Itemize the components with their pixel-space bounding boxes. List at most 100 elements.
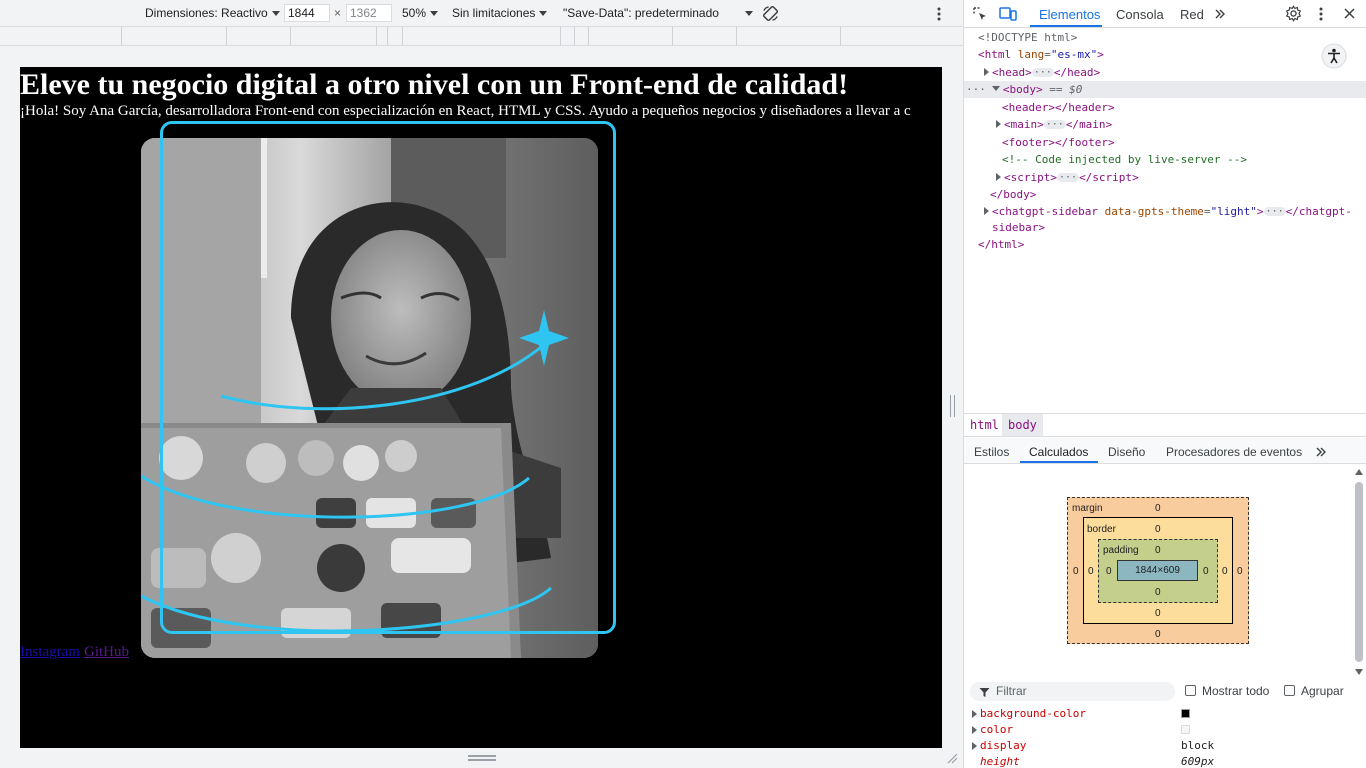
border-bottom-value[interactable]: 0 (1155, 608, 1161, 619)
tab-procesadores[interactable]: Procesadores de eventos (1166, 445, 1302, 459)
expand-arrow-icon[interactable] (984, 207, 989, 215)
border-right-value[interactable]: 0 (1222, 566, 1228, 577)
color-swatch-black[interactable] (1181, 709, 1190, 718)
chevron-down-icon (539, 11, 548, 16)
expand-arrow-icon[interactable] (996, 120, 1001, 128)
dom-comment-node[interactable]: <!-- Code injected by live-server --> (1002, 151, 1247, 168)
dom-html-node[interactable]: <html lang="es-mx"> (978, 46, 1104, 63)
panel-resize-handle[interactable] (950, 395, 955, 417)
filter-input[interactable]: Filtrar (970, 682, 1175, 701)
inspect-element-icon[interactable] (972, 6, 988, 22)
dom-script-node[interactable]: <script> ··· </script> (996, 169, 1139, 186)
dom-html-close[interactable]: </html> (978, 236, 1024, 253)
computed-row[interactable]: color (964, 722, 1366, 738)
dimensions-dropdown[interactable]: Dimensiones: Reactivo (145, 6, 280, 20)
save-data-dropdown[interactable]: "Save-Data": predeterminado (563, 6, 753, 20)
accessibility-icon[interactable] (1321, 43, 1347, 69)
expand-arrow-icon[interactable] (996, 173, 1001, 181)
color-swatch-light[interactable] (1181, 725, 1190, 734)
scroll-down-icon[interactable] (1355, 669, 1363, 675)
github-link[interactable]: GitHub (84, 644, 129, 660)
close-icon[interactable] (1344, 8, 1355, 19)
group-checkbox[interactable] (1284, 685, 1295, 696)
script-close-name: script (1092, 171, 1133, 184)
dom-body-node[interactable]: ··· <body> == $0 (966, 81, 1082, 98)
margin-bottom-value[interactable]: 0 (1155, 629, 1161, 640)
height-input[interactable]: 1362 (346, 4, 392, 22)
show-all-label: Mostrar todo (1202, 684, 1270, 698)
padding-right-value[interactable]: 0 (1203, 566, 1209, 577)
devtools-menu-icon[interactable] (1317, 6, 1325, 22)
expand-arrow-icon[interactable] (972, 710, 977, 718)
tab-calculados[interactable]: Calculados (1029, 445, 1088, 459)
tab-estilos[interactable]: Estilos (974, 445, 1009, 459)
zoom-dropdown[interactable]: 50% (402, 6, 439, 20)
tab-red[interactable]: Red (1180, 7, 1204, 22)
tab-elementos[interactable]: Elementos (1039, 7, 1100, 22)
tab-diseno[interactable]: Diseño (1108, 445, 1145, 459)
computed-row[interactable]: display block (964, 738, 1366, 754)
instagram-link[interactable]: Instagram (20, 644, 80, 660)
dom-header-node[interactable]: <header></header> (1002, 99, 1115, 116)
selected-marker: == $0 (1049, 83, 1083, 96)
border-top-value[interactable]: 0 (1155, 524, 1161, 535)
ruler-segment (376, 27, 377, 45)
chevron-down-icon (744, 11, 753, 16)
ellipsis-icon[interactable]: ··· (1057, 173, 1080, 183)
margin-top-value[interactable]: 0 (1155, 503, 1161, 514)
dom-footer-node[interactable]: <footer></footer> (1002, 134, 1115, 151)
show-all-checkbox[interactable] (1185, 685, 1196, 696)
border-left-value[interactable]: 0 (1088, 566, 1094, 577)
margin-left-value[interactable]: 0 (1073, 566, 1079, 577)
padding-top-value[interactable]: 0 (1155, 545, 1161, 556)
margin-right-value[interactable]: 0 (1237, 566, 1243, 577)
ellipsis-icon[interactable]: ··· (1031, 68, 1054, 78)
box-model-content[interactable]: 1844×609 (1117, 560, 1198, 581)
ellipsis-icon[interactable]: ··· (1263, 207, 1286, 217)
ruler-segment (736, 27, 737, 45)
dom-sidebar-node[interactable]: <chatgpt-sidebar data-gpts-theme="light"… (984, 203, 1352, 220)
device-toolbar-icon[interactable] (999, 6, 1017, 22)
expand-arrow-icon[interactable] (972, 742, 977, 750)
rotate-icon[interactable] (761, 4, 780, 23)
media-query-ruler[interactable] (0, 27, 963, 46)
width-input[interactable]: 1844 (284, 4, 330, 22)
filter-placeholder: Filtrar (996, 684, 1027, 698)
save-data-label: "Save-Data": predeterminado (563, 6, 719, 20)
footer-tag-name: footer (1008, 136, 1049, 149)
scrollbar-thumb[interactable] (1355, 482, 1363, 662)
dom-main-node[interactable]: <main> ··· </main> (996, 116, 1112, 133)
dom-tree: <!DOCTYPE html> <html lang="es-mx"> <hea… (964, 29, 1366, 411)
more-options-icon[interactable] (935, 6, 943, 22)
ellipsis-icon[interactable]: ··· (1043, 120, 1066, 130)
padding-bottom-value[interactable]: 0 (1155, 587, 1161, 598)
breadcrumb: html body (964, 413, 1366, 437)
ruler-segment (290, 27, 291, 45)
computed-row[interactable]: background-color (964, 706, 1366, 722)
property-name: height (980, 755, 1020, 768)
breadcrumb-html[interactable]: html (964, 414, 1005, 436)
tab-consola[interactable]: Consola (1116, 7, 1164, 22)
expand-arrow-icon[interactable] (972, 726, 977, 734)
sidebar-attr-name: data-gpts-theme (1104, 205, 1204, 218)
throttle-dropdown[interactable]: Sin limitaciones (452, 6, 548, 20)
dom-body-close[interactable]: </body> (990, 186, 1036, 203)
expand-arrow-icon[interactable] (984, 68, 989, 76)
padding-left-value[interactable]: 0 (1106, 566, 1112, 577)
dom-doctype[interactable]: <!DOCTYPE html> (978, 29, 1077, 46)
height-resize-handle[interactable] (468, 755, 496, 761)
row-actions-icon[interactable]: ··· (966, 83, 986, 96)
dom-sidebar-close: sidebar> (992, 221, 1045, 234)
corner-resize-icon[interactable] (946, 752, 958, 764)
more-subtabs-icon[interactable] (1315, 446, 1327, 458)
emulated-page: Eleve tu negocio digital a otro nivel co… (20, 67, 942, 748)
gear-icon[interactable] (1285, 5, 1302, 22)
chevron-down-icon (271, 11, 280, 16)
breadcrumb-body[interactable]: body (1002, 414, 1043, 436)
collapse-arrow-icon[interactable] (991, 86, 1000, 91)
dom-head-node[interactable]: <head> ··· </head> (984, 64, 1100, 81)
sidebar-attr-value: "light" (1210, 205, 1257, 218)
computed-row[interactable]: height 609px (964, 754, 1366, 768)
more-tabs-icon[interactable] (1214, 8, 1226, 20)
scroll-up-icon[interactable] (1355, 469, 1363, 475)
